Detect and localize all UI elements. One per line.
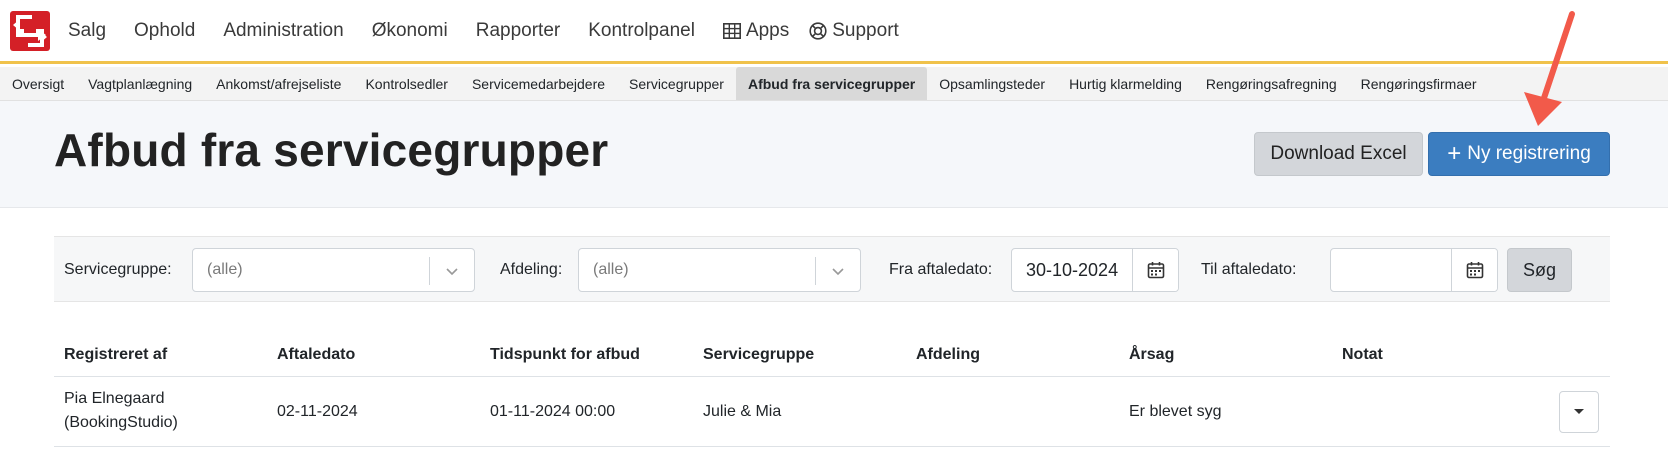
subnav-afbud-fra-servicegrupper[interactable]: Afbud fra servicegrupper — [735, 67, 928, 100]
afdeling-label: Afdeling: — [500, 261, 563, 278]
plus-icon: + — [1447, 140, 1462, 167]
subnav-vagtplanlaegning[interactable]: Vagtplanlægning — [76, 67, 204, 100]
fra-aftaledato-label: Fra aftaledato: — [889, 261, 993, 278]
chevron-down-icon — [444, 263, 460, 284]
subnav-oversigt[interactable]: Oversigt — [0, 67, 76, 100]
nav-salg[interactable]: Salg — [68, 20, 106, 42]
table-header: Registreret af Aftaledato Tidspunkt for … — [54, 330, 1610, 377]
subnav-servicemedarbejdere[interactable]: Servicemedarbejdere — [460, 67, 617, 100]
sub-navbar: Oversigt Vagtplanlægning Ankomst/afrejse… — [0, 67, 1668, 101]
page-title: Afbud fra servicegrupper — [54, 124, 609, 176]
col-notat[interactable]: Notat — [1342, 346, 1383, 364]
nav-apps-label: Apps — [745, 19, 790, 41]
top-navbar: Salg Ophold Administration Økonomi Rappo… — [0, 0, 1668, 64]
til-aftaledato-label: Til aftaledato: — [1201, 261, 1297, 278]
calendar-icon[interactable] — [1132, 249, 1178, 291]
nav-administration[interactable]: Administration — [223, 20, 343, 42]
nav-support-label: Support — [832, 19, 899, 41]
cell-servicegruppe: Julie & Mia — [703, 403, 782, 420]
col-servicegruppe[interactable]: Servicegruppe — [703, 346, 814, 364]
caret-down-icon — [1573, 403, 1585, 421]
subnav-servicegrupper[interactable]: Servicegrupper — [617, 67, 736, 100]
fra-aftaledato-value: 30-10-2024 — [1026, 260, 1119, 280]
table-row: Pia Elnegaard (BookingStudio) 02-11-2024… — [54, 377, 1610, 447]
nav-support[interactable]: Support — [809, 20, 899, 42]
til-aftaledato-input[interactable] — [1330, 248, 1498, 292]
nav-ophold[interactable]: Ophold — [134, 20, 195, 42]
subnav-rengoringsafregning[interactable]: Rengøringsafregning — [1194, 67, 1349, 100]
new-registration-button[interactable]: + Ny registrering — [1428, 132, 1610, 176]
nav-apps[interactable]: Apps — [722, 19, 790, 42]
app-logo[interactable] — [10, 10, 50, 51]
cell-aarsag: Er blevet syg — [1129, 403, 1222, 420]
nav-okonomi[interactable]: Økonomi — [372, 20, 448, 42]
filter-bar: Servicegruppe: (alle) Afdeling: (alle) F… — [54, 236, 1610, 302]
new-registration-label: Ny registrering — [1467, 143, 1591, 164]
subnav-ankomst-afrejseliste[interactable]: Ankomst/afrejseliste — [204, 67, 353, 100]
servicegruppe-label: Servicegruppe: — [64, 261, 172, 278]
logo-arrows-icon — [13, 14, 47, 47]
subnav-rengoringsfirmaer[interactable]: Rengøringsfirmaer — [1349, 67, 1489, 100]
cell-registreret-af-name: Pia Elnegaard — [64, 390, 165, 407]
fra-aftaledato-input[interactable]: 30-10-2024 — [1011, 248, 1179, 292]
cell-tidspunkt: 01-11-2024 00:00 — [490, 403, 616, 420]
cell-registreret-af-source: (BookingStudio) — [64, 414, 178, 431]
select-separator — [815, 257, 816, 285]
page-header: Afbud fra servicegrupper Download Excel … — [0, 101, 1668, 208]
col-tidspunkt-for-afbud[interactable]: Tidspunkt for afbud — [490, 346, 640, 364]
calendar-icon[interactable] — [1451, 249, 1497, 291]
row-actions-dropdown-button[interactable] — [1559, 391, 1599, 433]
chevron-down-icon — [830, 263, 846, 284]
grid-icon — [722, 22, 741, 39]
lifebuoy-icon — [809, 21, 827, 40]
col-afdeling[interactable]: Afdeling — [916, 346, 980, 364]
afdeling-select[interactable]: (alle) — [578, 248, 861, 292]
col-aftaledato[interactable]: Aftaledato — [277, 346, 355, 364]
subnav-hurtig-klarmelding[interactable]: Hurtig klarmelding — [1057, 67, 1194, 100]
download-excel-button[interactable]: Download Excel — [1254, 132, 1423, 176]
select-separator — [429, 257, 430, 285]
servicegruppe-value: (alle) — [207, 261, 243, 278]
nav-kontrolpanel[interactable]: Kontrolpanel — [588, 20, 695, 42]
subnav-opsamlingsteder[interactable]: Opsamlingsteder — [927, 67, 1057, 100]
search-button[interactable]: Søg — [1507, 248, 1572, 292]
afdeling-value: (alle) — [593, 261, 629, 278]
cell-aftaledato: 02-11-2024 — [277, 403, 358, 420]
col-registreret-af[interactable]: Registreret af — [64, 346, 167, 364]
col-aarsag[interactable]: Årsag — [1129, 346, 1174, 364]
nav-rapporter[interactable]: Rapporter — [476, 20, 561, 42]
annotation-arrow-icon — [1524, 11, 1575, 126]
servicegruppe-select[interactable]: (alle) — [192, 248, 475, 292]
subnav-kontrolsedler[interactable]: Kontrolsedler — [353, 67, 460, 100]
